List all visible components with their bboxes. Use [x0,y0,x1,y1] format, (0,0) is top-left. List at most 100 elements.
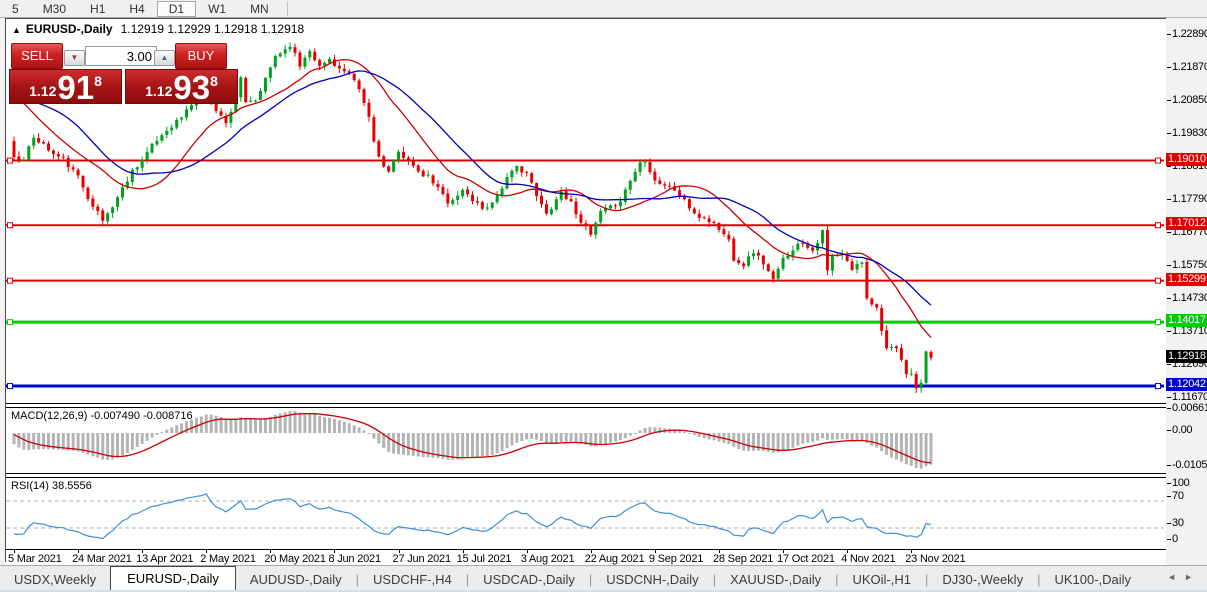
tab-scroll-right-icon[interactable]: ► [1184,572,1201,582]
price-axis-tick: 1.14730 [1172,292,1207,304]
date-label: 20 May 2021 [264,553,325,565]
ma-slow-line[interactable] [14,71,931,305]
level-handle[interactable] [8,278,13,283]
timeframe-button-mn[interactable]: MN [238,1,281,17]
level-handle[interactable] [1156,384,1161,389]
rsi-label: RSI(14) 38.5556 [11,480,92,492]
price-flag-1.14017: 1.14017 [1166,314,1207,327]
timeframe-button-h1[interactable]: H1 [78,1,117,17]
level-handle[interactable] [1156,278,1161,283]
macd-values: -0.007490 -0.008716 [90,410,192,422]
sell-price-big: 91 [57,73,94,103]
chart-tab-audusd-daily[interactable]: AUDUSD-,Daily [236,569,356,591]
date-label: 5 Mar 2021 [8,553,62,565]
timeframe-button-w1[interactable]: W1 [196,1,238,17]
horizontal-level-lines[interactable] [6,158,1164,388]
buy-button[interactable]: BUY [175,43,227,69]
chart-collapse-icon[interactable]: ▲ [12,25,21,35]
macd-axis-tick: -0.01059 [1172,459,1207,471]
level-handle[interactable] [8,320,13,325]
volume-down-button[interactable]: ▼ [64,50,85,66]
sell-button[interactable]: SELL [11,43,63,69]
level-handle[interactable] [1156,223,1161,228]
level-handle[interactable] [1156,158,1161,163]
price-axis-tick: 1.15750 [1172,259,1207,271]
date-label: 13 Apr 2021 [136,553,193,565]
price-axis-tick: 1.20850 [1172,94,1207,106]
price-axis-tick: 1.17790 [1172,193,1207,205]
buy-price-sup: 8 [210,73,218,89]
timeframe-button-m30[interactable]: M30 [31,1,78,17]
chart-tab-xauusd-daily[interactable]: XAUUSD-,Daily [716,569,835,591]
date-label: 28 Sep 2021 [713,553,773,565]
price-flag-1.17012: 1.17012 [1166,217,1207,230]
level-handle[interactable] [1156,320,1161,325]
sell-price-prefix: 1.12 [29,83,56,99]
price-axis-tick: 1.21870 [1172,61,1207,73]
macd-pane: MACD(12,26,9) -0.007490 -0.008716 [6,408,1166,473]
rsi-value: 38.5556 [52,480,92,492]
buy-price-big: 93 [173,73,210,103]
chart-window: ▲ EURUSD-,Daily 1.12919 1.12929 1.12918 1.… [5,18,1167,562]
chart-title: ▲ EURUSD-,Daily 1.12919 1.12929 1.12918 1.… [12,22,304,36]
tab-scroll-left-icon[interactable]: ◄ [1167,572,1184,582]
rsi-axis-tick: 0 [1172,533,1178,545]
timeframe-button-h4[interactable]: H4 [117,1,156,17]
chart-tab-usdcnh-daily[interactable]: USDCNH-,Daily [592,569,712,591]
chart-symbol-period: EURUSD-,Daily [26,22,113,36]
date-label: 4 Nov 2021 [841,553,895,565]
macd-label: MACD(12,26,9) -0.007490 -0.008716 [11,410,193,422]
date-label: 2 May 2021 [200,553,255,565]
tab-scroll-arrows[interactable]: ◄► [1167,572,1201,582]
mt4-terminal: 5M30H1H4D1W1MN ▲ EURUSD-,Daily 1.12919 1.1… [0,0,1207,592]
date-label: 8 Jun 2021 [328,553,380,565]
rsi-level-lines [6,501,1164,528]
date-label: 24 Mar 2021 [72,553,132,565]
date-label: 27 Jun 2021 [393,553,451,565]
date-label: 9 Sep 2021 [649,553,703,565]
chart-ohlc-values: 1.12919 1.12929 1.12918 1.12918 [121,22,305,36]
chart-tabs-bar: USDX,WeeklyEURUSD-,DailyAUDUSD-,Daily|US… [0,565,1207,591]
chart-tab-dj30-weekly[interactable]: DJ30-,Weekly [928,569,1037,591]
rsi-pane: RSI(14) 38.5556 [6,478,1166,549]
macd-axis-tick: 0.006611 [1172,402,1207,414]
rsi-axis-tick: 30 [1172,517,1184,529]
sell-price-display[interactable]: 1.12 91 8 [9,69,122,104]
price-axis[interactable]: 1.228901.218701.208501.198301.188101.177… [1166,18,1207,562]
sell-price-sup: 8 [94,73,102,89]
timeframe-button-d1[interactable]: D1 [157,1,196,17]
rsi-canvas[interactable] [6,478,1164,549]
price-axis-tick: 1.19830 [1172,127,1207,139]
timeframe-toolbar: 5M30H1H4D1W1MN [0,0,1207,18]
date-label: 17 Oct 2021 [777,553,835,565]
chart-tab-usdcad-daily[interactable]: USDCAD-,Daily [469,569,589,591]
chart-tab-ukoil-h1[interactable]: UKOil-,H1 [838,569,925,591]
price-flag-1.12918: 1.12918 [1166,350,1207,363]
date-axis[interactable]: 5 Mar 2021 24 Mar 2021 13 Apr 2021 2 May 20… [6,549,1166,566]
level-handle[interactable] [8,158,13,163]
chart-tab-usdx-weekly[interactable]: USDX,Weekly [0,569,110,591]
date-label: 23 Nov 2021 [905,553,965,565]
level-handle[interactable] [8,223,13,228]
date-label: 3 Aug 2021 [521,553,575,565]
date-label: 22 Aug 2021 [585,553,645,565]
chart-tab-uk100-daily[interactable]: UK100-,Daily [1040,569,1145,591]
price-flag-1.12042: 1.12042 [1166,378,1207,391]
rsi-axis-tick: 100 [1172,477,1189,489]
volume-input[interactable] [85,46,157,66]
buy-price-prefix: 1.12 [145,83,172,99]
buy-price-display[interactable]: 1.12 93 8 [125,69,238,104]
chart-tab-usdchf-h4[interactable]: USDCHF-,H4 [359,569,466,591]
price-axis-tick: 1.22890 [1172,28,1207,40]
timeframe-button-5[interactable]: 5 [0,1,31,17]
volume-up-button[interactable]: ▲ [154,50,175,66]
one-click-trade-panel: SELL ▼ ▲ BUY 1.12 91 8 1.12 93 8 [9,41,239,103]
toolbar-separator [287,2,288,16]
macd-axis-tick: 0.00 [1172,424,1192,436]
level-handle[interactable] [8,384,13,389]
chart-tab-eurusd-daily[interactable]: EURUSD-,Daily [110,566,236,591]
price-flag-1.19010: 1.19010 [1166,153,1207,166]
price-flag-1.15299: 1.15299 [1166,273,1207,286]
date-label: 15 Jul 2021 [457,553,512,565]
rsi-axis-tick: 70 [1172,490,1184,502]
